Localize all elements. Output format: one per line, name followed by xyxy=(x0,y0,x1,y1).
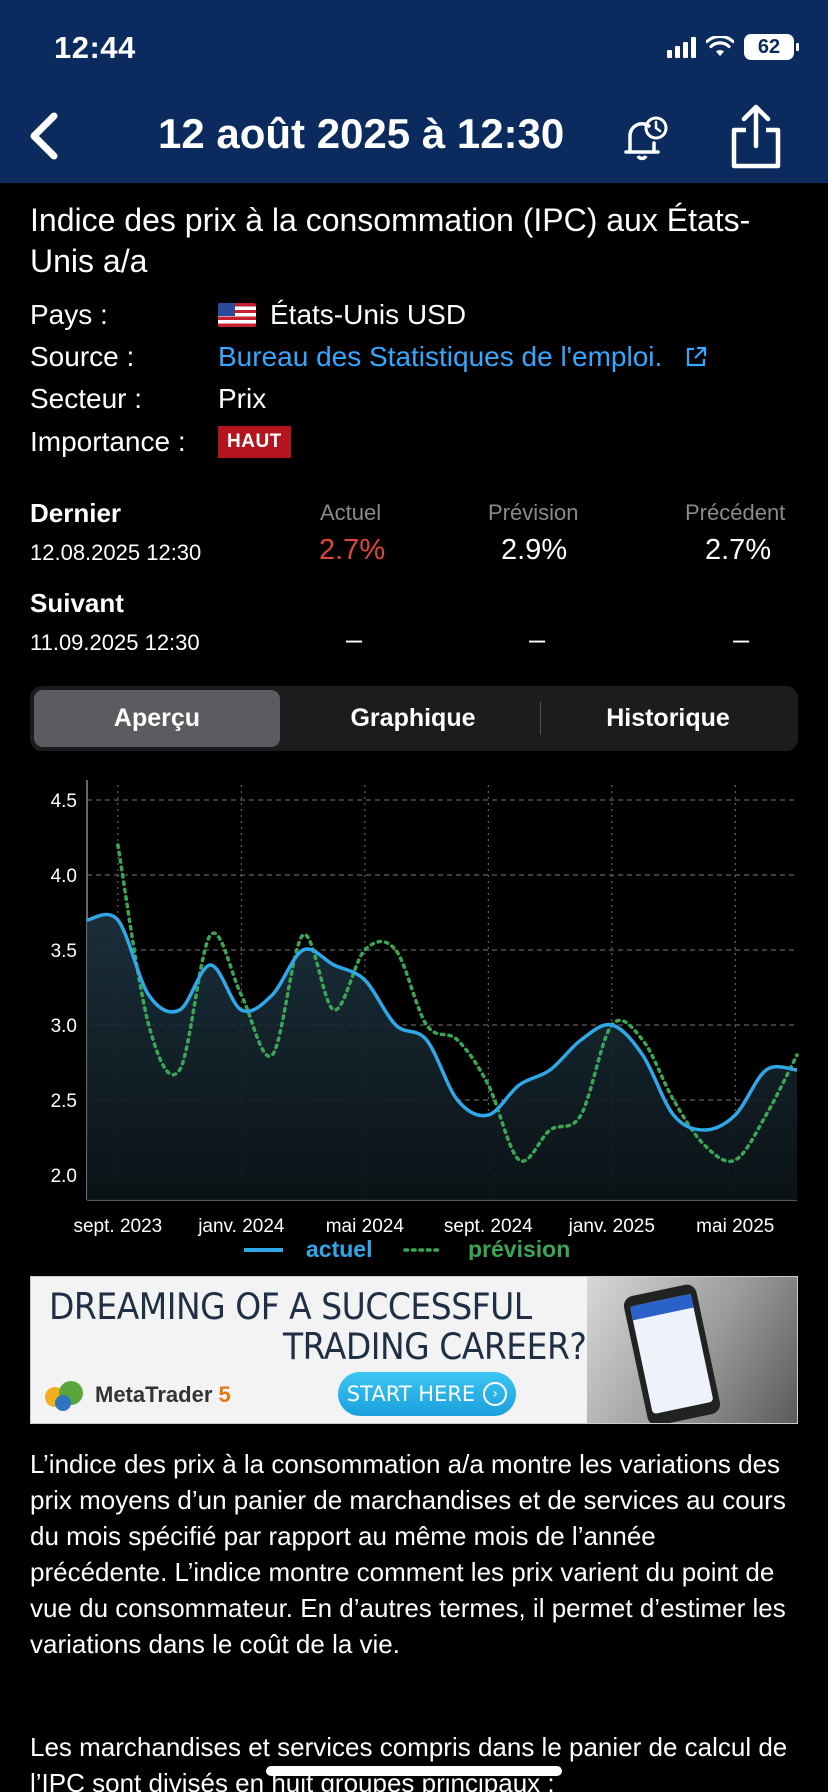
ad-headline-2: TRADING CAREER? xyxy=(283,1325,587,1368)
logo-text: MetaTrader xyxy=(95,1382,213,1407)
app-header: 12:44 62 12 août 2025 à 12:30 xyxy=(0,0,828,183)
x-tick-label: mai 2024 xyxy=(326,1216,405,1237)
importance-badge: HAUT xyxy=(218,426,291,458)
next-label: Suivant xyxy=(30,588,124,618)
country-label: Pays : xyxy=(30,299,108,330)
alarm-bell-icon[interactable] xyxy=(616,110,672,166)
us-flag-icon xyxy=(218,303,256,327)
share-icon[interactable] xyxy=(726,102,786,172)
tab-apercu[interactable]: Aperçu xyxy=(34,690,280,747)
sector-value: Prix xyxy=(218,383,267,414)
next-previous-value: – xyxy=(733,624,750,656)
tab-divider xyxy=(540,702,541,735)
importance-row: Importance : HAUT xyxy=(30,424,291,460)
tab-graphique[interactable]: Graphique xyxy=(288,690,538,747)
y-tick-label: 3.0 xyxy=(51,1016,77,1037)
actual-area xyxy=(87,914,797,1200)
importance-label: Importance : xyxy=(30,426,186,457)
last-date: 12.08.2025 12:30 xyxy=(30,540,202,565)
cpi-line-chart: 2.0 2.5 3.0 3.5 4.0 4.5 sept. 2023 janv. 2024 ma… xyxy=(51,780,799,1260)
cellular-signal-icon xyxy=(667,36,696,58)
view-tabs: Aperçu Graphique Historique xyxy=(30,686,798,751)
start-here-label: START HERE xyxy=(346,1382,476,1406)
chevron-right-icon: › xyxy=(483,1382,508,1406)
sector-label: Secteur : xyxy=(30,383,143,414)
x-tick-label: janv. 2024 xyxy=(197,1216,285,1237)
start-here-button[interactable]: START HERE › xyxy=(338,1372,516,1416)
source-value[interactable]: Bureau des Statistiques de l'emploi. xyxy=(218,341,662,373)
tab-historique[interactable]: Historique xyxy=(542,690,794,747)
last-label: Dernier xyxy=(30,498,122,528)
home-indicator xyxy=(266,1766,562,1776)
source-row: Source : Bureau des Statistiques de l'em… xyxy=(30,339,708,375)
x-tick-label: janv. 2025 xyxy=(568,1216,655,1237)
metatrader-logo-icon xyxy=(45,1381,83,1411)
country-value: États-Unis USD xyxy=(270,299,467,330)
description-paragraph-1: L’indice des prix à la consommation a/a … xyxy=(30,1449,786,1659)
y-tick-label: 4.0 xyxy=(51,866,77,887)
ad-banner[interactable]: DREAMING OF A SUCCESSFUL TRADING CAREER?… xyxy=(30,1276,798,1424)
last-actual-value: 2.7% xyxy=(319,534,386,566)
wifi-icon xyxy=(706,36,734,56)
external-link-icon[interactable] xyxy=(684,345,708,369)
y-tick-label: 4.5 xyxy=(51,791,77,812)
logo-number: 5 xyxy=(218,1382,231,1407)
battery-indicator: 62 xyxy=(744,34,799,60)
page-title: 12 août 2025 à 12:30 xyxy=(158,110,565,157)
next-date: 11.09.2025 12:30 xyxy=(30,630,200,655)
forecast-header: Prévision xyxy=(488,500,579,525)
source-link[interactable]: Bureau des Statistiques de l'emploi. xyxy=(218,341,708,373)
previous-header: Précédent xyxy=(685,500,786,525)
last-previous-value: 2.7% xyxy=(705,534,772,566)
country-row: Pays : États-Unis USD xyxy=(30,297,466,333)
legend-label-prevision: prévision xyxy=(468,1236,570,1260)
y-tick-label: 2.5 xyxy=(51,1091,77,1112)
x-tick-label: sept. 2023 xyxy=(73,1216,162,1237)
status-time: 12:44 xyxy=(54,30,136,65)
ad-photo xyxy=(587,1277,797,1423)
phone-image xyxy=(622,1282,722,1423)
last-forecast-value: 2.9% xyxy=(501,534,568,566)
status-icons: 62 xyxy=(667,34,799,60)
description-paragraph-2: Les marchandises et services compris dan… xyxy=(30,1732,788,1792)
ad-headline-1: DREAMING OF A SUCCESSFUL xyxy=(49,1285,532,1328)
y-tick-label: 2.0 xyxy=(51,1166,77,1187)
event-title: Indice des prix à la consommation (IPC) … xyxy=(30,202,751,279)
y-tick-label: 3.5 xyxy=(51,941,77,962)
legend-label-actuel: actuel xyxy=(306,1236,372,1260)
source-label: Source : xyxy=(30,341,135,372)
back-icon[interactable] xyxy=(22,106,66,166)
metatrader-logo: MetaTrader 5 xyxy=(41,1377,231,1413)
sector-row: Secteur : Prix xyxy=(30,381,266,417)
x-tick-label: mai 2025 xyxy=(696,1216,774,1237)
x-tick-label: sept. 2024 xyxy=(444,1216,533,1237)
next-actual-value: – xyxy=(346,624,363,656)
next-forecast-value: – xyxy=(529,624,546,656)
actual-header: Actuel xyxy=(320,500,382,525)
